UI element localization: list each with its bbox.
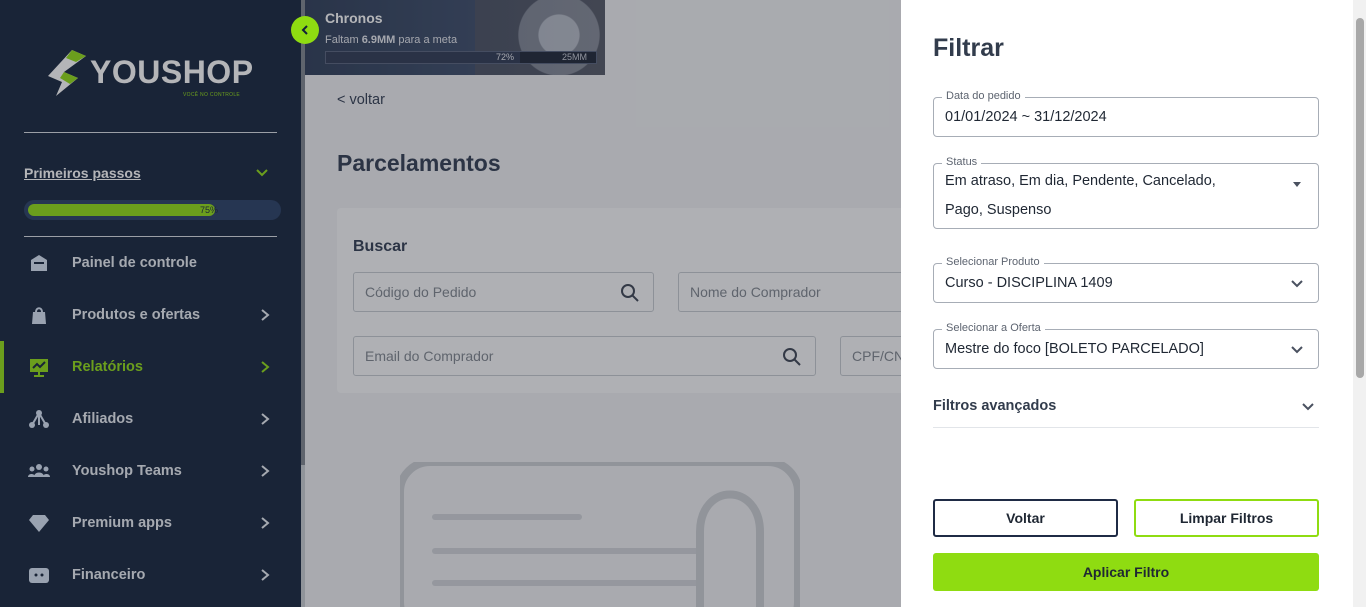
sidebar-item-afiliados[interactable]: Afiliados — [0, 393, 301, 445]
order-date-field[interactable]: Data do pedido 01/01/2024 ~ 31/12/2024 — [933, 90, 1319, 137]
goal-banner[interactable]: Chronos Faltam 6.9MM para a meta 72% 25M… — [305, 0, 605, 75]
first-steps-progress-fill — [28, 204, 215, 216]
sidebar-item-label: Relatórios — [72, 359, 143, 375]
sidebar-item-financeiro[interactable]: Financeiro — [0, 549, 301, 601]
back-link[interactable]: < voltar — [337, 92, 385, 108]
chevron-right-icon — [261, 361, 270, 373]
chevron-down-icon[interactable] — [1290, 277, 1304, 291]
advanced-filters-label: Filtros avançados — [933, 398, 1057, 414]
buyer-email-placeholder: Email do Comprador — [365, 348, 494, 364]
chevron-down-icon[interactable] — [254, 165, 270, 181]
sidebar: YOUSHOP VOCÊ NO CONTROLE Primeiros passo… — [0, 0, 301, 607]
buyer-name-input[interactable]: Nome do Comprador — [678, 272, 901, 312]
diamond-icon — [27, 511, 51, 535]
shopping-bag-icon — [27, 303, 51, 327]
search-icon[interactable] — [620, 283, 640, 303]
status-value-line2: Pago, Suspenso — [945, 202, 1052, 218]
team-icon — [27, 459, 51, 483]
youshop-mark-icon — [48, 50, 86, 96]
sidebar-item-label: Painel de controle — [72, 255, 197, 271]
cpf-input[interactable]: CPF/CN — [840, 336, 901, 376]
sidebar-item-premium-apps[interactable]: Premium apps — [0, 497, 301, 549]
brand-name: YOUSHOP — [90, 54, 254, 90]
search-heading: Buscar — [353, 238, 408, 255]
first-steps-progress-label: 75% — [200, 205, 219, 215]
drawer-scrollbar-thumb[interactable] — [1356, 18, 1364, 378]
sidebar-divider — [24, 132, 277, 133]
search-card: Buscar Código do Pedido Nome do Comprado… — [337, 208, 901, 393]
youshop-logo[interactable]: YOUSHOP VOCÊ NO CONTROLE — [46, 48, 256, 102]
sidebar-item-painel[interactable]: Painel de controle — [0, 237, 301, 289]
advanced-filters-toggle[interactable]: Filtros avançados — [933, 396, 1319, 428]
buyer-name-placeholder: Nome do Comprador — [690, 284, 821, 300]
filter-title: Filtrar — [933, 34, 1004, 62]
chevron-left-icon — [301, 25, 308, 35]
sidebar-item-label: Afiliados — [72, 411, 134, 427]
apply-filter-button[interactable]: Aplicar Filtro — [933, 553, 1319, 591]
search-icon[interactable] — [782, 347, 802, 367]
status-select[interactable]: Status Em atraso, Em dia, Pendente, Canc… — [933, 156, 1319, 229]
affiliates-icon — [27, 407, 51, 431]
goal-progress-fill — [326, 52, 520, 63]
filter-drawer: Filtrar Data do pedido 01/01/2024 ~ 31/1… — [901, 0, 1366, 607]
sidebar-item-label: Financeiro — [72, 567, 146, 583]
back-button[interactable]: Voltar — [933, 499, 1118, 537]
empty-state-illustration — [400, 462, 800, 607]
report-icon — [27, 355, 51, 379]
first-steps-label[interactable]: Primeiros passos — [24, 165, 141, 181]
offer-select[interactable]: Selecionar a Oferta Mestre do foco [BOLE… — [933, 322, 1319, 369]
sidebar-item-produtos[interactable]: Produtos e ofertas — [0, 289, 301, 341]
offer-value: Mestre do foco [BOLETO PARCELADO] — [945, 341, 1204, 357]
chevron-down-icon — [1302, 403, 1314, 411]
product-label: Selecionar Produto — [942, 256, 1044, 268]
sidebar-item-label: Premium apps — [72, 515, 172, 531]
drawer-scrollbar[interactable] — [1353, 0, 1366, 607]
sidebar-item-youshop-teams[interactable]: Youshop Teams — [0, 445, 301, 497]
clear-filters-button[interactable]: Limpar Filtros — [1134, 499, 1319, 537]
product-value: Curso - DISCIPLINA 1409 — [945, 275, 1113, 291]
order-date-value: 01/01/2024 ~ 31/12/2024 — [945, 109, 1107, 125]
sidebar-item-label: Youshop Teams — [72, 463, 182, 479]
goal-target-label: 25MM — [562, 52, 588, 62]
sidebar-collapse-button[interactable] — [291, 16, 319, 44]
chevron-down-icon[interactable] — [1290, 343, 1304, 357]
dashboard-icon — [27, 251, 51, 275]
banner-title: Chronos — [325, 10, 383, 26]
order-date-label: Data do pedido — [942, 90, 1025, 102]
chevron-right-icon — [261, 517, 270, 529]
chevron-right-icon — [261, 413, 270, 425]
wallet-icon — [27, 563, 51, 587]
sidebar-item-relatorios[interactable]: Relatórios — [0, 341, 301, 393]
first-steps-progress: 75% — [24, 200, 281, 220]
banner-subtitle: Faltam 6.9MM para a meta — [325, 34, 458, 46]
goal-progress: 72% 25MM — [325, 51, 597, 64]
product-select[interactable]: Selecionar Produto Curso - DISCIPLINA 14… — [933, 256, 1319, 303]
sidebar-item-label: Produtos e ofertas — [72, 307, 201, 323]
brand-tagline: VOCÊ NO CONTROLE — [183, 92, 241, 98]
main-content: Chronos Faltam 6.9MM para a meta 72% 25M… — [305, 0, 901, 607]
order-code-input[interactable]: Código do Pedido — [353, 272, 654, 312]
buyer-email-input[interactable]: Email do Comprador — [353, 336, 816, 376]
order-code-placeholder: Código do Pedido — [365, 284, 477, 300]
chevron-right-icon — [261, 569, 270, 581]
status-value-line1: Em atraso, Em dia, Pendente, Cancelado, — [945, 173, 1216, 189]
cpf-placeholder: CPF/CN — [852, 348, 901, 364]
chevron-right-icon — [261, 465, 270, 477]
caret-down-icon[interactable] — [1290, 177, 1304, 191]
chevron-right-icon — [261, 309, 270, 321]
page-title: Parcelamentos — [337, 150, 501, 176]
offer-label: Selecionar a Oferta — [942, 322, 1045, 334]
goal-progress-label: 72% — [496, 52, 515, 62]
